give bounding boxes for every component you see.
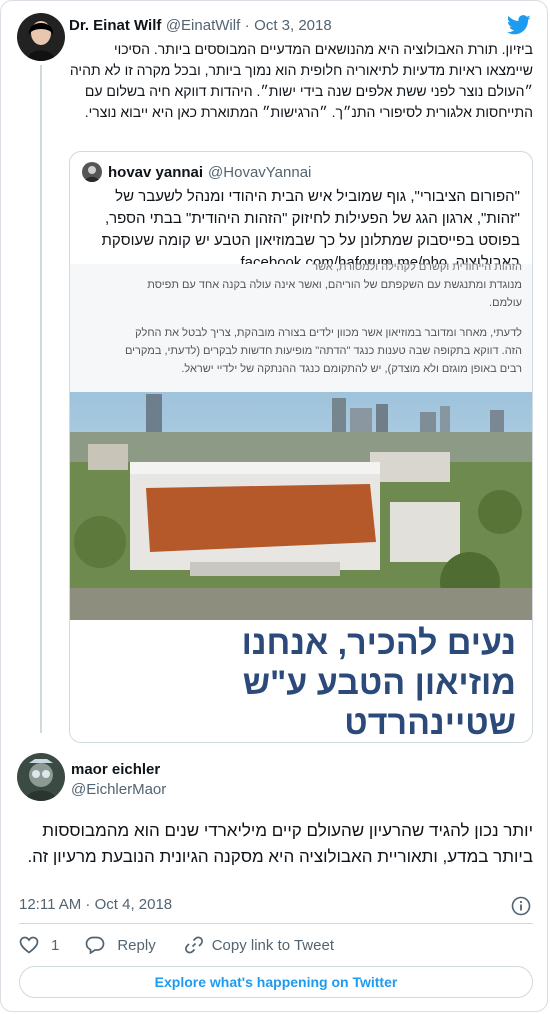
tweet-embed-card: Dr. Einat Wilf @EinatWilf · Oct 3, 2018 … xyxy=(0,0,548,1012)
quoted-author-handle: @HovavYannai xyxy=(208,163,312,181)
einat-wilf-avatar[interactable] xyxy=(17,13,65,61)
like-count: 1 xyxy=(51,936,60,954)
excerpt-line-6: רבים באופן מוגזם ולא מוצדק), יש להתקומם … xyxy=(181,363,522,375)
quoted-tweet-header: hovav yannai @HovavYannai xyxy=(82,162,311,182)
hovav-yannai-avatar xyxy=(82,162,102,182)
excerpt-line-3: עולמם. xyxy=(489,297,522,309)
main-tweet-timestamp[interactable]: 12:11 AM · Oct 4, 2018 xyxy=(19,896,172,913)
parent-author-handle[interactable]: @EinatWilf xyxy=(166,17,240,34)
banner-line-1: נעים להכיר, אנחנו xyxy=(241,624,516,662)
header-separator: · xyxy=(244,17,250,34)
reply-icon xyxy=(85,936,105,954)
explore-twitter-button[interactable]: Explore what's happening on Twitter xyxy=(19,966,533,998)
copy-link-label: Copy link to Tweet xyxy=(211,936,334,954)
copy-link-button[interactable]: Copy link to Tweet xyxy=(184,935,334,955)
like-button[interactable]: 1 xyxy=(19,936,59,954)
tweet-actions: 1 Reply Copy link to Tweet xyxy=(19,935,334,955)
reply-button[interactable]: Reply xyxy=(85,936,156,954)
parent-tweet-header: Dr. Einat Wilf @EinatWilf · Oct 3, 2018 xyxy=(69,17,332,35)
excerpt-line-2: מנוגדת ומתנגשת עם השקפתם של הוריהם, ואשר… xyxy=(147,279,522,291)
parent-tweet-date[interactable]: Oct 3, 2018 xyxy=(254,17,332,34)
parent-tweet-text: ביזיון. תורת האבולוציה היא מהנושאים המדע… xyxy=(69,41,533,120)
banner-line-2: מוזיאון הטבע ע"ש xyxy=(242,664,516,702)
twitter-bird-icon[interactable] xyxy=(506,15,531,35)
info-icon[interactable] xyxy=(511,896,531,916)
excerpt-line-5: הזה. דווקא בתקופה שבה טענות כנגד "הדתה" … xyxy=(124,345,522,357)
facebook-post-excerpt: הזהות הייחודית וקשרם לקהילה ולמסורת, אשר… xyxy=(70,261,532,392)
parent-author-name[interactable]: Dr. Einat Wilf xyxy=(69,17,161,34)
banner-line-3: שטיינהרדט xyxy=(344,704,516,742)
main-tweet-text: יותר נכון להגיד שהרעיון שהעולם קיים מילי… xyxy=(27,821,533,866)
excerpt-line-1: הזהות הייחודית וקשרם לקהילה ולמסורת, אשר xyxy=(312,261,522,273)
link-icon xyxy=(184,936,203,954)
quoted-tweet-image[interactable]: הזהות הייחודית וקשרם לקהילה ולמסורת, אשר… xyxy=(70,261,532,742)
main-author-handle[interactable]: @EichlerMaor xyxy=(71,781,166,798)
reply-label: Reply xyxy=(117,936,156,954)
museum-photo xyxy=(70,392,532,620)
heart-icon xyxy=(19,936,39,954)
thread-connector-line xyxy=(40,65,42,733)
museum-banner: נעים להכיר, אנחנו מוזיאון הטבע ע"ש שטיינ… xyxy=(70,620,532,742)
quoted-author-name: hovav yannai xyxy=(108,163,204,181)
quoted-tweet[interactable]: hovav yannai @HovavYannai "הפורום הציבור… xyxy=(69,151,533,743)
actions-divider xyxy=(19,923,533,924)
excerpt-line-4: לדעתי, מאחר ומדובר במוזיאון אשר מכוון יל… xyxy=(135,327,522,339)
main-author-name[interactable]: maor eichler xyxy=(71,761,160,778)
maor-eichler-avatar[interactable] xyxy=(17,753,65,801)
